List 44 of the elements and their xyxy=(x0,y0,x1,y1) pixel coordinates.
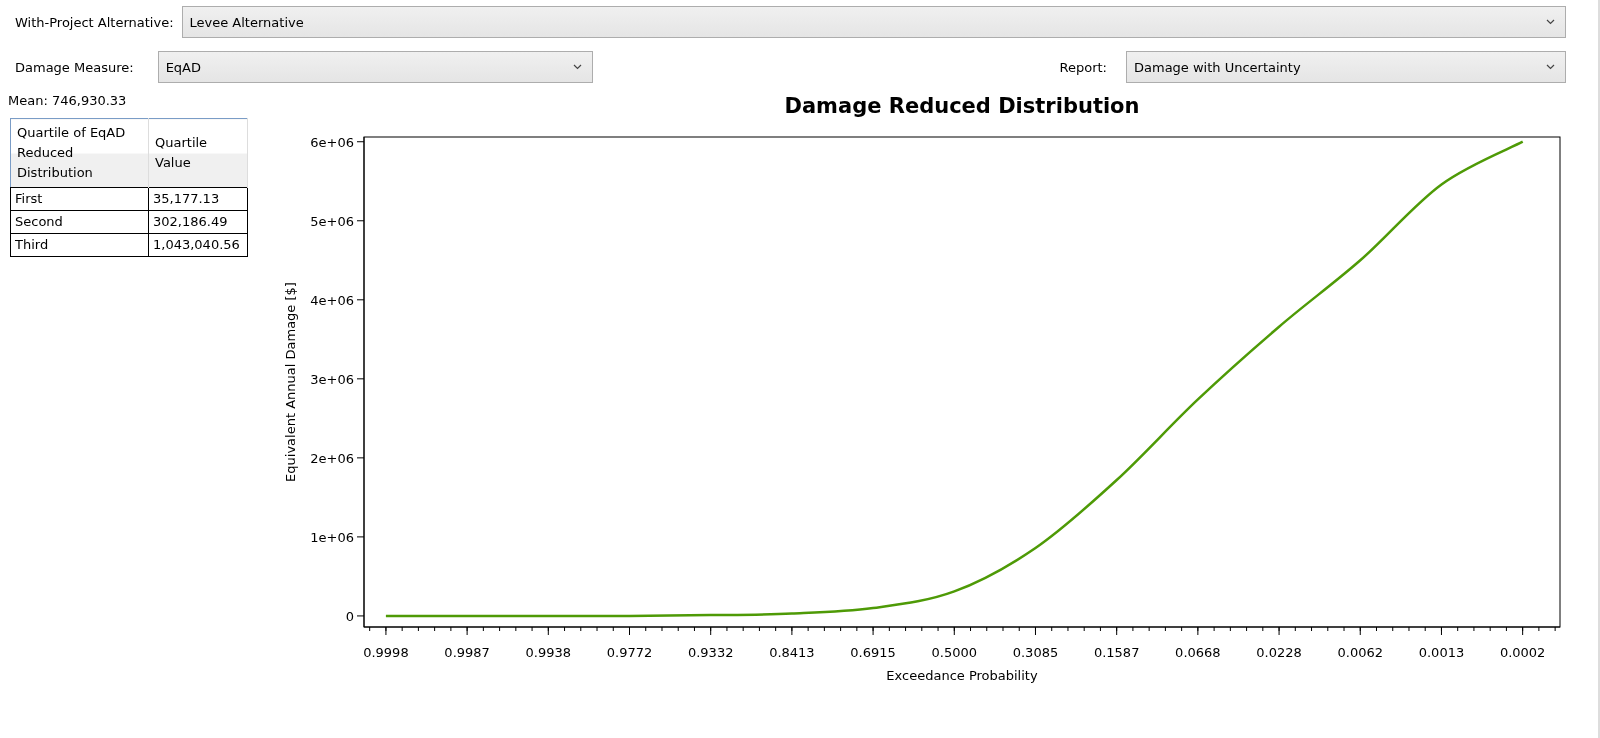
table-cell: 35,177.13 xyxy=(148,187,248,211)
x-tick-label: 0.9998 xyxy=(363,645,409,660)
x-tick-label: 0.3085 xyxy=(1012,645,1059,660)
chart-title: Damage Reduced Distribution xyxy=(784,94,1140,118)
y-tick-label: 0 xyxy=(345,608,354,624)
x-tick-label: 0.9332 xyxy=(687,645,734,660)
x-tick-label: 0.0668 xyxy=(1175,645,1221,660)
field-label: Damage Measure: xyxy=(15,59,134,75)
y-axis-label: Equivalent Annual Damage [$] xyxy=(283,282,298,482)
x-tick-label: 0.0002 xyxy=(1499,645,1546,660)
alternative-dropdown[interactable]: Levee Alternative xyxy=(181,6,1566,38)
field-label: With-Project Alternative: xyxy=(15,14,174,30)
field-label: Report: xyxy=(1059,59,1107,75)
column-header: Quartile Value xyxy=(148,118,248,188)
x-tick-label: 0.0062 xyxy=(1337,645,1383,660)
y-tick-label: 5e+06 xyxy=(310,213,354,229)
table-cell: Second xyxy=(10,210,149,234)
x-tick-label: 0.0228 xyxy=(1256,645,1302,660)
x-tick-label: 0.1587 xyxy=(1093,645,1140,660)
table-cell: First xyxy=(10,187,149,211)
x-tick-label: 0.6915 xyxy=(850,645,896,660)
y-tick-label: 6e+06 xyxy=(310,134,354,150)
column-header: Quartile of EqAD Reduced Distribution xyxy=(10,118,149,188)
caret-icon xyxy=(1546,64,1555,70)
report-dropdown[interactable]: Damage with Uncertainty xyxy=(1126,51,1566,83)
y-tick-label: 3e+06 xyxy=(310,371,354,387)
table-cell: Third xyxy=(10,233,149,257)
mean-value: 746,930.33 xyxy=(51,93,127,108)
y-tick-label: 4e+06 xyxy=(310,292,354,308)
y-tick-label: 2e+06 xyxy=(310,450,354,466)
x-tick-label: 0.9772 xyxy=(606,645,653,660)
damage-measure-dropdown[interactable]: EqAD xyxy=(157,51,593,83)
mean-label: Mean: xyxy=(8,93,48,108)
x-tick-label: 0.8413 xyxy=(769,645,815,660)
x-tick-label: 0.9987 xyxy=(444,645,490,660)
x-tick-label: 0.5000 xyxy=(931,645,978,660)
x-axis-label: Exceedance Probability xyxy=(886,668,1038,683)
table-cell: 302,186.49 xyxy=(148,210,248,234)
x-tick-label: 0.9938 xyxy=(525,645,572,660)
table-cell: 1,043,040.56 xyxy=(148,233,248,257)
y-tick-label: 1e+06 xyxy=(310,529,354,545)
caret-icon xyxy=(1546,19,1555,25)
caret-icon xyxy=(572,64,582,70)
x-tick-label: 0.0013 xyxy=(1418,645,1465,660)
